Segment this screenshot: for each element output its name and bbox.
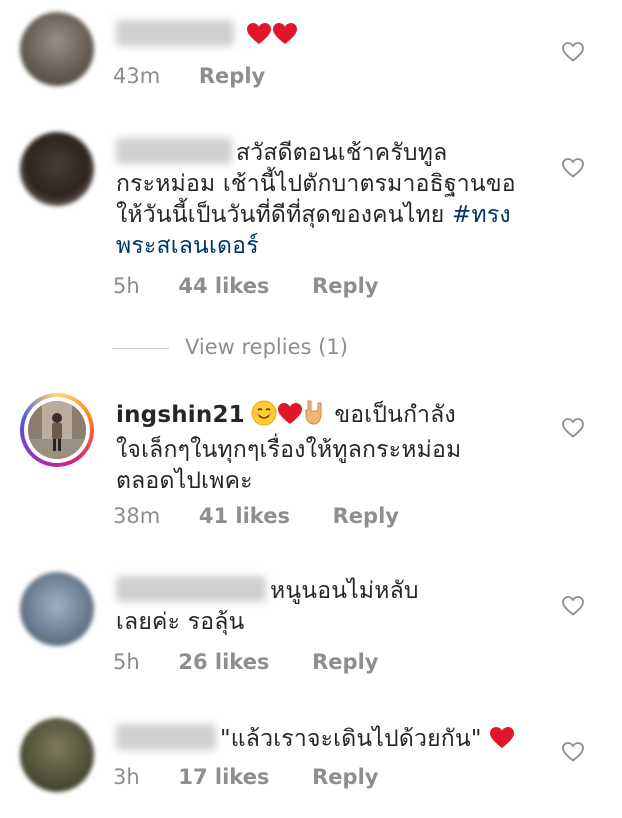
comment-meta: 3h 17 likes Reply [113,765,378,789]
like-heart-icon[interactable] [562,596,584,616]
smiling-face-emoji [251,400,277,435]
comment-meta: 5h 26 likes Reply [113,650,378,674]
likes-count[interactable]: 26 likes [178,650,269,674]
reply-button[interactable]: Reply [333,504,399,528]
comment-meta: 43m Reply [113,64,265,88]
username-blurred[interactable] [116,724,216,750]
like-heart-icon[interactable] [562,742,584,762]
comment-line: เลยค่ะ รอลุ้น [116,609,245,635]
comment-line: "แล้วเราจะเดินไปด้วยกัน" [220,726,482,752]
likes-count[interactable]: 41 likes [199,504,290,528]
avatar-photo [28,401,86,459]
comment-line: ขอเป็นกำลัง [334,402,456,428]
like-heart-icon[interactable] [562,158,584,178]
avatar[interactable] [20,572,94,646]
comment-line: กระหม่อม เช้านี้ไปตักบาตรมาอธิฐานขอ [116,171,516,197]
view-replies-button[interactable]: View replies (1) [113,335,413,363]
like-heart-icon[interactable] [562,42,584,62]
red-heart-emoji [277,402,303,435]
timestamp: 5h [113,650,140,674]
like-heart-icon[interactable] [562,418,584,438]
avatar[interactable] [20,718,94,792]
username-blurred[interactable] [116,576,266,602]
comment-meta: 38m 41 likes Reply [113,504,399,528]
comment-text: หนูนอนไม่หลับ เลยค่ะ รอลุ้น [116,576,546,638]
comment-text: "แล้วเราจะเดินไปด้วยกัน" [116,724,546,759]
rock-hand-emoji [303,398,327,435]
red-heart-emoji [489,726,515,759]
comment-line: สวัสดีตอนเช้าครับทูล [236,140,448,166]
reply-button[interactable]: Reply [312,274,378,298]
reply-button[interactable]: Reply [199,64,265,88]
hashtag-link[interactable]: #ทรง [452,202,511,228]
likes-count[interactable]: 17 likes [178,765,269,789]
username-blurred[interactable] [116,20,234,46]
comment-line: ใจเล็กๆในทุกๆเรื่องให้ทูลกระหม่อม [116,437,462,463]
comment-text [116,20,546,55]
username-blurred[interactable] [116,138,232,164]
avatar[interactable] [20,12,94,86]
timestamp: 38m [113,504,161,528]
comment-text: สวัสดีตอนเช้าครับทูล กระหม่อม เช้านี้ไปต… [116,138,546,262]
view-replies-label: View replies (1) [185,335,348,359]
timestamp: 3h [113,765,140,789]
timestamp: 43m [113,64,161,88]
divider-line [113,348,169,349]
avatar[interactable] [20,393,94,467]
reply-button[interactable]: Reply [312,765,378,789]
comment-meta: 5h 44 likes Reply [113,274,378,298]
comment-line: หนูนอนไม่หลับ [270,578,419,604]
comment-line: ตลอดไปเพคะ [116,468,253,494]
timestamp: 5h [113,274,140,298]
reply-button[interactable]: Reply [312,650,378,674]
avatar[interactable] [20,132,94,206]
likes-count[interactable]: 44 likes [178,274,269,298]
username-link[interactable]: ingshin21 [116,402,245,428]
red-heart-emoji [246,22,272,55]
comment-text: ingshin21 ขอเป็นกำลัง ใจเล็กๆในทุกๆเรื่อ… [116,398,546,497]
comment-line: ให้วันนี้เป็นวันที่ดีที่สุดของคนไทย [116,202,452,228]
hashtag-link[interactable]: พระสเลนเดอร์ [116,231,546,262]
red-heart-emoji [272,22,298,55]
